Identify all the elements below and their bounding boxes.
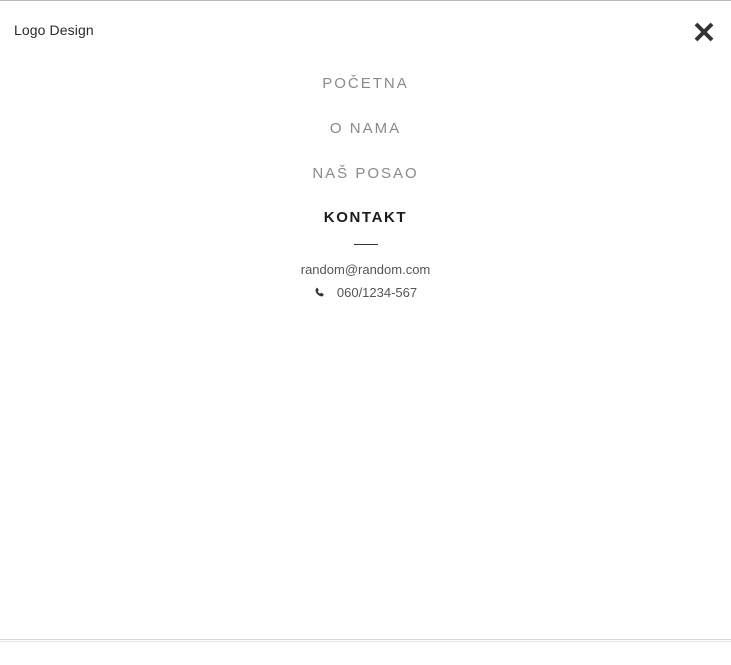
bottom-divider xyxy=(0,639,731,642)
phone-icon xyxy=(314,286,325,297)
close-icon xyxy=(694,22,714,42)
logo-text[interactable]: Logo Design xyxy=(14,22,94,38)
contact-phone-row[interactable]: 060/1234-567 xyxy=(0,285,731,300)
contact-phone: 060/1234-567 xyxy=(336,285,418,300)
nav-item-pocetna[interactable]: POČETNA xyxy=(0,75,731,92)
nav-item-kontakt[interactable]: KONTAKT xyxy=(0,209,731,226)
top-divider xyxy=(0,0,731,1)
close-button[interactable] xyxy=(692,20,716,44)
nav-item-o-nama[interactable]: O NAMA xyxy=(0,120,731,137)
nav-item-nas-posao[interactable]: NAŠ POSAO xyxy=(0,165,731,182)
contact-divider xyxy=(354,244,378,245)
mobile-menu-overlay: Logo Design POČETNA O NAMA NAŠ POSAO KON… xyxy=(0,0,731,665)
contact-email[interactable]: random@random.com xyxy=(0,262,731,277)
